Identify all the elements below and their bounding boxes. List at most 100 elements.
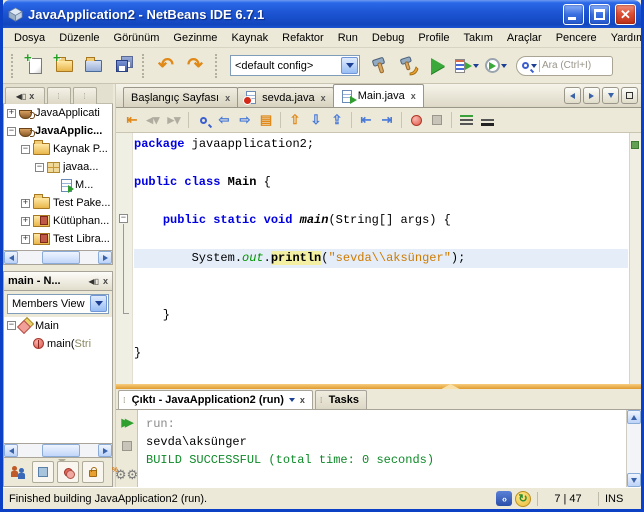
code-line[interactable]	[134, 192, 628, 211]
build-button[interactable]	[367, 53, 393, 79]
next-bookmark-button[interactable]: ⇩	[306, 110, 326, 130]
last-edit-location-button[interactable]: ⇤	[122, 110, 142, 130]
fold-collapse-icon[interactable]: −	[119, 214, 128, 223]
expander-icon[interactable]: −	[7, 126, 16, 136]
menu-item[interactable]: Düzenle	[52, 30, 106, 46]
quick-search-box[interactable]	[516, 55, 613, 76]
toolbar-grip[interactable]	[142, 53, 146, 78]
panel-tab-active[interactable]: ◀▯ x	[5, 87, 45, 104]
code-line[interactable]: }	[134, 344, 628, 363]
profile-button[interactable]	[483, 53, 509, 79]
tab-close-icon[interactable]: x	[411, 91, 416, 101]
scrollbar-thumb[interactable]	[42, 444, 80, 458]
code-line[interactable]: public class Main {	[134, 173, 628, 192]
show-fields-button[interactable]	[32, 461, 54, 484]
toolbar-grip[interactable]	[215, 53, 219, 78]
scroll-tabs-right-button[interactable]	[583, 87, 600, 104]
navigator-panel-header[interactable]: main - N... ◀▯ x	[3, 271, 113, 291]
tree-item[interactable]: + Test Libra...	[4, 230, 112, 248]
comment-button[interactable]	[456, 110, 476, 130]
menu-item[interactable]: Pencere	[549, 30, 604, 46]
expander-icon[interactable]: −	[35, 162, 44, 172]
tree-item[interactable]: + JavaApplicati	[4, 104, 112, 122]
output-tab[interactable]: ⁞ Çıktı - JavaApplication2 (run) x	[118, 390, 313, 409]
tab-close-icon[interactable]: x	[225, 93, 230, 103]
show-inherited-members-button[interactable]	[7, 461, 29, 483]
maximize-button[interactable]	[589, 3, 610, 25]
close-icon[interactable]: x	[103, 276, 108, 286]
minimize-button[interactable]	[563, 3, 584, 25]
scroll-right-button[interactable]	[98, 251, 112, 265]
chevron-down-icon[interactable]	[531, 63, 537, 68]
chevron-down-icon[interactable]	[90, 295, 107, 313]
code-line[interactable]: System.out.println("sevda\\aksünger");	[134, 249, 628, 268]
maximize-editor-button[interactable]	[621, 87, 638, 104]
error-stripe[interactable]	[629, 133, 641, 384]
chevron-down-icon[interactable]	[473, 63, 479, 68]
editor-tab[interactable]: Başlangıç Sayfası x	[123, 87, 239, 107]
scrollbar-thumb[interactable]	[42, 251, 80, 265]
tree-item[interactable]: main(Stri	[4, 335, 112, 353]
back-button[interactable]: ◂▾	[143, 110, 163, 130]
close-icon[interactable]: x	[29, 91, 34, 101]
navigator-tree[interactable]: − Main main(Stri	[3, 316, 113, 445]
debug-button[interactable]	[454, 53, 480, 79]
menu-item[interactable]: Kaynak	[224, 30, 275, 46]
scrollbar-track[interactable]	[18, 444, 98, 458]
code-line[interactable]: }	[134, 306, 628, 325]
find-previous-button[interactable]: ⇦	[214, 110, 234, 130]
tree-item[interactable]: − JavaApplic...	[4, 122, 112, 140]
menu-item[interactable]: Run	[331, 30, 365, 46]
sync-arrows-icon[interactable]: ‹›	[496, 491, 512, 506]
menu-item[interactable]: Gezinme	[166, 30, 224, 46]
scroll-right-button[interactable]	[98, 444, 112, 458]
expander-icon[interactable]: +	[21, 198, 30, 208]
expander-icon[interactable]: +	[7, 108, 16, 118]
editor-tab[interactable]: sevda.java x	[237, 87, 334, 107]
tasks-tab[interactable]: ⁞ Tasks	[314, 390, 367, 409]
code-line[interactable]: package javaapplication2;	[134, 135, 628, 154]
scroll-up-button[interactable]	[627, 410, 641, 424]
new-project-button[interactable]: +	[51, 51, 77, 79]
scroll-down-button[interactable]	[627, 473, 641, 487]
output-options-icon[interactable]	[288, 398, 295, 402]
chevron-down-icon[interactable]	[501, 63, 507, 68]
menu-item[interactable]: Görünüm	[107, 30, 167, 46]
panel-tab[interactable]: ⁞	[73, 87, 97, 104]
code-line[interactable]	[134, 325, 628, 344]
menu-item[interactable]: Profile	[411, 30, 456, 46]
menu-item[interactable]: Debug	[365, 30, 411, 46]
tree-item[interactable]: − javaa...	[4, 158, 112, 176]
record-macro-button[interactable]	[406, 110, 426, 130]
menu-item[interactable]: Yardım	[604, 30, 641, 46]
chevron-down-icon[interactable]	[341, 57, 358, 74]
view-selector[interactable]: Members View	[7, 293, 109, 314]
panel-tab[interactable]: ⁞	[47, 87, 71, 104]
projects-h-scrollbar[interactable]	[3, 251, 113, 266]
scroll-left-button[interactable]	[4, 444, 18, 458]
menu-item[interactable]: Araçlar	[500, 30, 549, 46]
save-all-button[interactable]	[109, 53, 135, 79]
output-v-scrollbar[interactable]	[626, 410, 641, 487]
tab-list-button[interactable]	[602, 87, 619, 104]
run-button[interactable]	[425, 53, 451, 79]
previous-bookmark-button[interactable]: ⇧	[285, 110, 305, 130]
expander-icon[interactable]: +	[21, 234, 30, 244]
code-line[interactable]: public static void main(String[] args) {	[134, 211, 628, 230]
menu-item[interactable]: Dosya	[7, 30, 52, 46]
close-button[interactable]: ✕	[615, 3, 636, 25]
search-input[interactable]	[542, 60, 598, 71]
config-selector[interactable]: <default config>	[230, 55, 360, 76]
expander-icon[interactable]: +	[21, 216, 30, 226]
scrollbar-track[interactable]	[627, 424, 641, 473]
output-console[interactable]: run: sevda\aksünger BUILD SUCCESSFUL (tota…	[138, 410, 626, 487]
tree-item[interactable]: + Test Pake...	[4, 194, 112, 212]
editor-tab[interactable]: Main.java x	[332, 84, 424, 107]
title-bar[interactable]: JavaApplication2 - NetBeans IDE 6.7.1 ✕	[3, 0, 641, 28]
update-center-icon[interactable]: ↻	[515, 490, 531, 507]
shift-left-button[interactable]: ⇤	[356, 110, 376, 130]
tree-item[interactable]: M...	[4, 176, 112, 194]
horizontal-splitter[interactable]	[116, 384, 641, 389]
tree-item[interactable]: − Kaynak P...	[4, 140, 112, 158]
find-selection-button[interactable]	[193, 110, 213, 130]
